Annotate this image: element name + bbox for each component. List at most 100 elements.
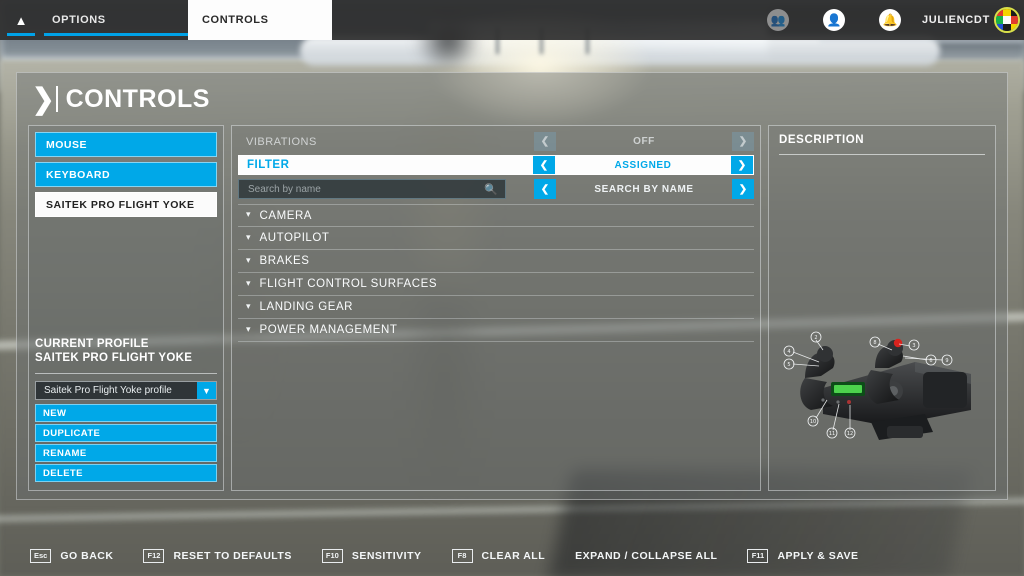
home-button[interactable]: ▲: [0, 0, 42, 40]
chevron-down-icon: ▾: [246, 300, 251, 311]
key-badge: F11: [747, 549, 769, 563]
description-title: DESCRIPTION: [779, 134, 865, 146]
key-badge: F12: [143, 549, 165, 563]
shortcut-apply-and-save[interactable]: F11 APPLY & SAVE: [747, 549, 858, 563]
category-row-flight-control-surfaces[interactable]: ▾ FLIGHT CONTROL SURFACES: [238, 273, 754, 296]
search-placeholder: Search by name: [248, 183, 321, 195]
chevron-down-icon[interactable]: ▼: [197, 382, 216, 399]
filter-label: FILTER: [247, 159, 290, 171]
category-row-brakes[interactable]: ▾ BRAKES: [238, 250, 754, 273]
search-input[interactable]: Search by name 🔍: [238, 179, 506, 199]
friends-icon: 👥: [766, 9, 789, 31]
shortcut-reset-to-defaults[interactable]: F12 RESET TO DEFAULTS: [143, 549, 291, 563]
current-profile-heading: CURRENT PROFILE: [35, 338, 149, 350]
shortcut-clear-all[interactable]: F8 CLEAR ALL: [451, 549, 546, 563]
divider: [779, 154, 985, 155]
category-row-camera[interactable]: ▾ CAMERA: [238, 204, 754, 227]
filter-next-button[interactable]: ❯: [731, 156, 753, 174]
page-title: CONTROLS: [65, 84, 210, 113]
svg-text:9: 9: [945, 358, 948, 364]
top-nav-right: 👥 👤 🔔 JULIENCDT: [750, 0, 1024, 40]
shortcut-go-back[interactable]: Esc GO BACK: [30, 549, 113, 563]
svg-text:4: 4: [787, 349, 790, 355]
shortcut-label: SENSITIVITY: [351, 550, 422, 562]
avatar-tile: [996, 23, 1004, 31]
top-nav-left: ▲ OPTIONS: [0, 0, 210, 40]
svg-text:11: 11: [829, 431, 835, 437]
chevron-left-icon: ❮: [540, 136, 550, 147]
profile-button[interactable]: 👤: [806, 0, 862, 40]
chevron-right-icon: ❯: [738, 183, 748, 195]
avatar-tile: [1003, 16, 1011, 24]
tab-options[interactable]: OPTIONS: [42, 0, 210, 40]
category-label: POWER MANAGEMENT: [259, 324, 398, 336]
button-label: DUPLICATE: [43, 427, 101, 439]
rename-profile-button[interactable]: RENAME: [35, 444, 217, 462]
sidebar-item-keyboard[interactable]: KEYBOARD: [35, 162, 217, 187]
profile-select-value: Saitek Pro Flight Yoke profile: [44, 385, 172, 396]
search-row: Search by name 🔍 ❮ SEARCH BY NAME ❯: [238, 179, 754, 199]
shortcut-label: APPLY & SAVE: [777, 550, 859, 562]
chevron-right-icon: ❯: [738, 136, 748, 147]
avatar[interactable]: [994, 7, 1020, 33]
vibrations-row: VIBRATIONS ❮ OFF ❯: [238, 132, 754, 151]
chevron-down-icon: ▾: [246, 254, 251, 265]
category-label: LANDING GEAR: [259, 301, 354, 313]
vibrations-value: OFF: [633, 136, 655, 147]
button-label: NEW: [43, 407, 67, 419]
sidebar-item-mouse[interactable]: MOUSE: [35, 132, 217, 157]
tab-options-label: OPTIONS: [52, 14, 106, 26]
key-badge: F10: [321, 549, 343, 563]
shortcut-label: EXPAND / COLLAPSE ALL: [575, 550, 718, 562]
category-row-landing-gear[interactable]: ▾ LANDING GEAR: [238, 296, 754, 319]
shortcut-label: GO BACK: [60, 550, 114, 562]
sidebar-item-label: MOUSE: [46, 138, 88, 151]
sidebar-item-saitek-pro-flight-yoke[interactable]: SAITEK PRO FLIGHT YOKE: [35, 192, 217, 217]
avatar-tile: [1010, 16, 1018, 24]
tab-controls[interactable]: CONTROLS: [188, 0, 332, 40]
shortcut-sensitivity[interactable]: F10 SENSITIVITY: [321, 549, 422, 563]
vibrations-next-button[interactable]: ❯: [732, 132, 754, 151]
svg-text:3: 3: [912, 343, 915, 349]
avatar-tile: [996, 9, 1004, 17]
avatar-tile: [1003, 9, 1011, 17]
home-icon: ▲: [14, 12, 28, 28]
shortcut-label: CLEAR ALL: [481, 550, 546, 562]
notifications-button[interactable]: 🔔: [862, 0, 918, 40]
category-label: FLIGHT CONTROL SURFACES: [259, 278, 438, 290]
panel-body: MOUSE KEYBOARD SAITEK PRO FLIGHT YOKE CU…: [28, 125, 996, 491]
search-mode-value: SEARCH BY NAME: [594, 183, 694, 195]
profile-select[interactable]: Saitek Pro Flight Yoke profile ▼: [35, 381, 217, 400]
bell-icon: 🔔: [878, 9, 901, 31]
svg-text:10: 10: [810, 419, 816, 425]
chevron-down-icon: ▾: [246, 231, 251, 242]
page-header: ❯ CONTROLS: [17, 73, 1007, 125]
shortcut-label: RESET TO DEFAULTS: [173, 550, 292, 562]
filter-prev-button[interactable]: ❮: [533, 156, 555, 174]
category-row-autopilot[interactable]: ▾ AUTOPILOT: [238, 227, 754, 250]
vibrations-prev-button[interactable]: ❮: [534, 132, 556, 151]
bindings-panel: VIBRATIONS ❮ OFF ❯ FILTER ❮ ASSIGNED ❯ S…: [231, 125, 761, 491]
category-row-power-management[interactable]: ▾ POWER MANAGEMENT: [238, 319, 754, 342]
chevron-down-icon: ▾: [246, 277, 251, 288]
friends-button[interactable]: 👥: [750, 0, 806, 40]
avatar-tile: [996, 16, 1004, 24]
avatar-tile: [1010, 9, 1018, 17]
flight-yoke-diagram: 2 4 5 8 3 6 9 10 11 12: [775, 322, 991, 442]
search-mode-prev-button[interactable]: ❮: [534, 179, 556, 199]
top-navigation-bar: ▲ OPTIONS CONTROLS 👥 👤 🔔 JULIENCDT: [0, 0, 1024, 40]
duplicate-profile-button[interactable]: DUPLICATE: [35, 424, 217, 442]
chevron-right-icon: ❯: [737, 159, 747, 171]
chevron-right-icon: ❯: [32, 82, 55, 115]
username-label: JULIENCDT: [921, 14, 990, 26]
search-mode-next-button[interactable]: ❯: [732, 179, 754, 199]
vibrations-label: VIBRATIONS: [246, 135, 317, 148]
chevron-left-icon: ❮: [539, 159, 549, 171]
new-profile-button[interactable]: NEW: [35, 404, 217, 422]
shortcut-expand-collapse-all[interactable]: EXPAND / COLLAPSE ALL: [575, 550, 717, 562]
delete-profile-button[interactable]: DELETE: [35, 464, 217, 482]
filter-value: ASSIGNED: [614, 159, 672, 171]
tab-controls-label: CONTROLS: [202, 14, 269, 26]
person-icon: 👤: [822, 9, 845, 31]
svg-text:2: 2: [814, 335, 817, 341]
